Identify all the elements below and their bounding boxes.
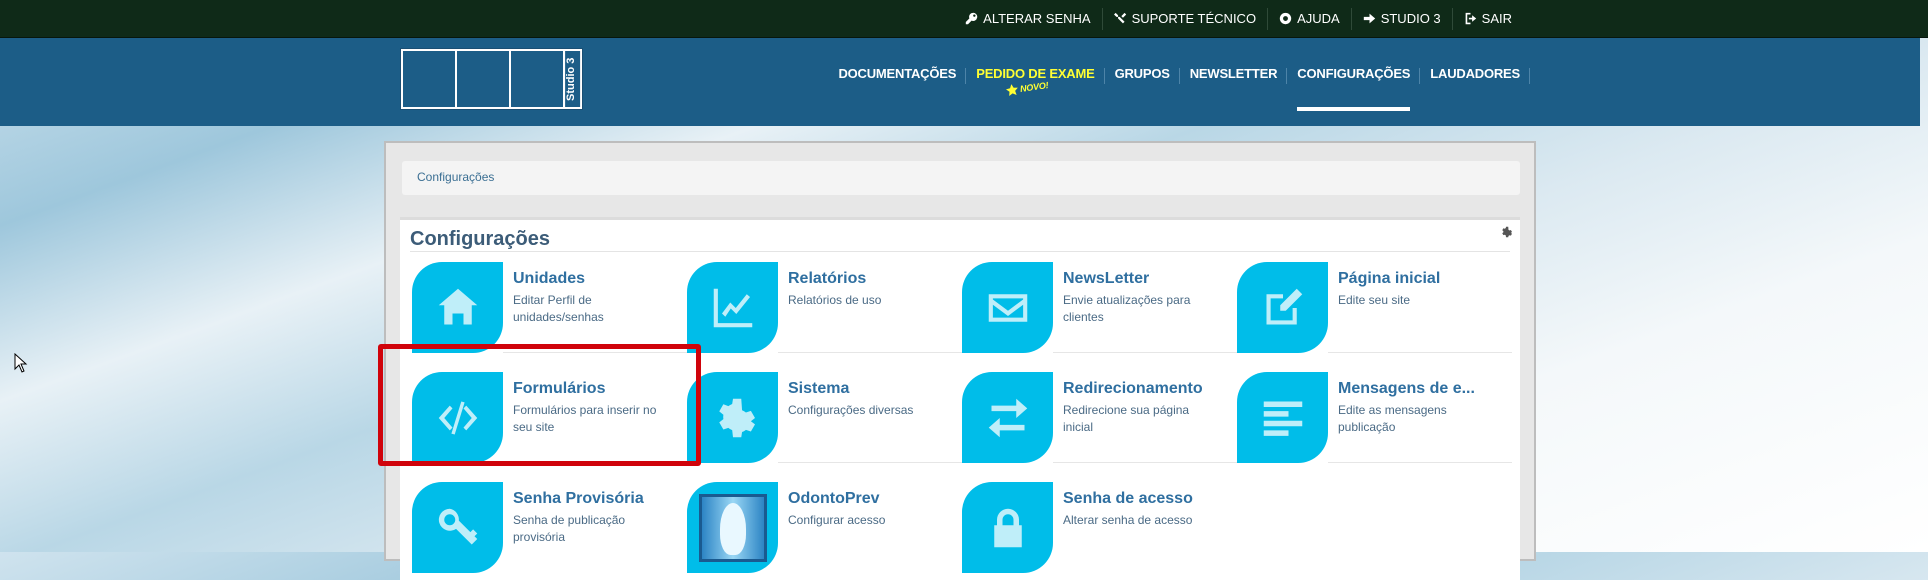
tile-desc: Envie atualizações para clientes [1063,293,1191,324]
ajuda-label: AJUDA [1297,11,1340,26]
active-underline [1297,107,1411,111]
novo-badge: NOVO! [1006,79,1050,97]
tools-icon [1113,12,1126,24]
tile-desc: Configurar acesso [788,513,886,527]
tile-icon-box [962,262,1053,353]
tile-title: NewsLetter [1063,270,1150,287]
nav-configuracoes-label: CONFIGURAÇÕES [1297,66,1411,81]
sign-out-icon [1465,12,1476,25]
tile-senha-provisoria[interactable]: Senha Provisória Senha de publicação pro… [412,482,657,573]
tile-title: Mensagens de e... [1338,380,1475,397]
tile-mensagens[interactable]: Mensagens de e... Edite as mensagens pub… [1237,372,1512,463]
nav-grupos[interactable]: GRUPOS [1105,38,1180,126]
tile-senha-de-acesso[interactable]: Senha de acesso Alterar senha de acesso [962,482,1207,573]
breadcrumb-item[interactable]: Configurações [417,170,494,184]
nav-documentacoes-label: DOCUMENTAÇÕES [838,66,957,81]
studio3-link[interactable]: STUDIO 3 [1350,7,1452,30]
logo-face-1 [403,51,455,107]
tile-title: Página inicial [1338,270,1441,287]
tile-sistema[interactable]: Sistema Configurações diversas [687,372,962,463]
star-icon [1006,84,1019,96]
tile-title: Sistema [788,380,850,397]
tile-icon-box [1237,372,1328,463]
key-icon [438,508,477,544]
breadcrumb: Configurações [402,161,1520,195]
main-nav: DOCUMENTAÇÕES PEDIDO DE EXAME NOVO! GRUP… [828,38,1530,126]
tile-icon-box [1237,262,1328,353]
tile-title: Senha Provisória [513,490,644,507]
tile-redirecionamento[interactable]: Redirecionamento Redirecione sua página … [962,372,1237,463]
tile-unidades[interactable]: Unidades Editar Perfil de unidades/senha… [412,262,687,353]
tile-desc: Edite as mensagens publicação [1338,403,1447,434]
tile-icon-box [412,482,503,573]
tile-icon-box [412,262,503,353]
envelope-icon [988,293,1027,322]
title-divider [410,251,1510,252]
ajuda-link[interactable]: AJUDA [1267,7,1351,30]
novo-badge-text: NOVO! [1019,80,1050,94]
gear-icon [1502,226,1512,238]
alterar-senha-label: ALTERAR SENHA [983,11,1091,26]
tile-newsletter[interactable]: NewsLetter Envie atualizações para clien… [962,262,1237,353]
align-left-icon [1263,401,1302,436]
tile-desc: Senha de publicação provisória [513,513,626,544]
nav-newsletter[interactable]: NEWSLETTER [1180,38,1288,126]
tile-icon-box [962,372,1053,463]
studio3-label: STUDIO 3 [1380,11,1441,26]
nav-laudadores-label: LAUDADORES [1430,66,1520,81]
tile-icon-box [962,482,1053,573]
sair-link[interactable]: SAIR [1451,7,1523,30]
tile-icon-box [687,482,778,573]
line-chart-icon [713,288,752,327]
alterar-senha-link[interactable]: ALTERAR SENHA [954,8,1101,30]
wrench-icon [965,12,978,25]
suporte-tecnico-link[interactable]: SUPORTE TÉCNICO [1101,7,1267,30]
gear-icon [718,398,755,437]
main-header: Studio 3 DOCUMENTAÇÕES PEDIDO DE EXAME N… [0,38,1920,126]
tile-desc: Configurações diversas [788,403,914,417]
nav-documentacoes[interactable]: DOCUMENTAÇÕES [828,38,967,126]
odontoprev-logo [698,493,767,562]
tile-desc: Relatórios de uso [788,293,882,307]
tile-title: Redirecionamento [1063,380,1203,397]
page-title: Configurações [410,228,551,250]
nav-laudadores[interactable]: LAUDADORES [1420,38,1530,126]
lock-icon [993,508,1022,547]
nav-configuracoes[interactable]: CONFIGURAÇÕES [1287,38,1421,126]
tile-relatorios[interactable]: Relatórios Relatórios de uso [687,262,962,353]
logo-face-3 [510,51,563,107]
nav-pedido-label: PEDIDO DE EXAME [976,66,1095,81]
tile-title: Relatórios [788,270,867,287]
tile-title: Unidades [513,270,586,287]
tile-pagina-inicial[interactable]: Página inicial Edite seu site [1237,262,1512,353]
lifebuoy-icon [1279,12,1292,25]
suporte-tecnico-label: SUPORTE TÉCNICO [1131,11,1257,26]
nav-grupos-label: GRUPOS [1114,66,1170,81]
nav-newsletter-label: NEWSLETTER [1189,66,1278,81]
tile-desc: Editar Perfil de unidades/senhas [513,293,604,324]
tile-title: Senha de acesso [1063,490,1193,507]
nav-pedido-de-exame[interactable]: PEDIDO DE EXAME NOVO! [966,38,1105,126]
edit-icon [1266,288,1302,324]
top-bar: ALTERAR SENHA SUPORTE TÉCNICO AJUDA STUD… [0,0,1928,38]
sair-label: SAIR [1481,11,1512,26]
tile-desc: Redirecione sua página inicial [1063,403,1190,434]
card-settings-button[interactable] [1500,225,1512,238]
mouse-cursor-icon [14,353,28,373]
highlight-annotation [378,344,701,466]
sign-in-icon [1363,13,1375,24]
tile-desc: Alterar senha de acesso [1063,513,1193,527]
tile-desc: Edite seu site [1338,293,1411,307]
logo-text: Studio 3 [564,51,581,107]
tile-title: OdontoPrev [788,490,880,507]
exchange-icon [988,398,1027,437]
logo-face-2 [456,51,509,107]
top-links: ALTERAR SENHA SUPORTE TÉCNICO AJUDA STUD… [954,0,1523,37]
studio3-logo[interactable]: Studio 3 [400,48,583,110]
tile-odontoprev[interactable]: OdontoPrev Configurar acesso [687,482,932,573]
home-icon [438,288,477,324]
tile-icon-box [687,262,778,353]
